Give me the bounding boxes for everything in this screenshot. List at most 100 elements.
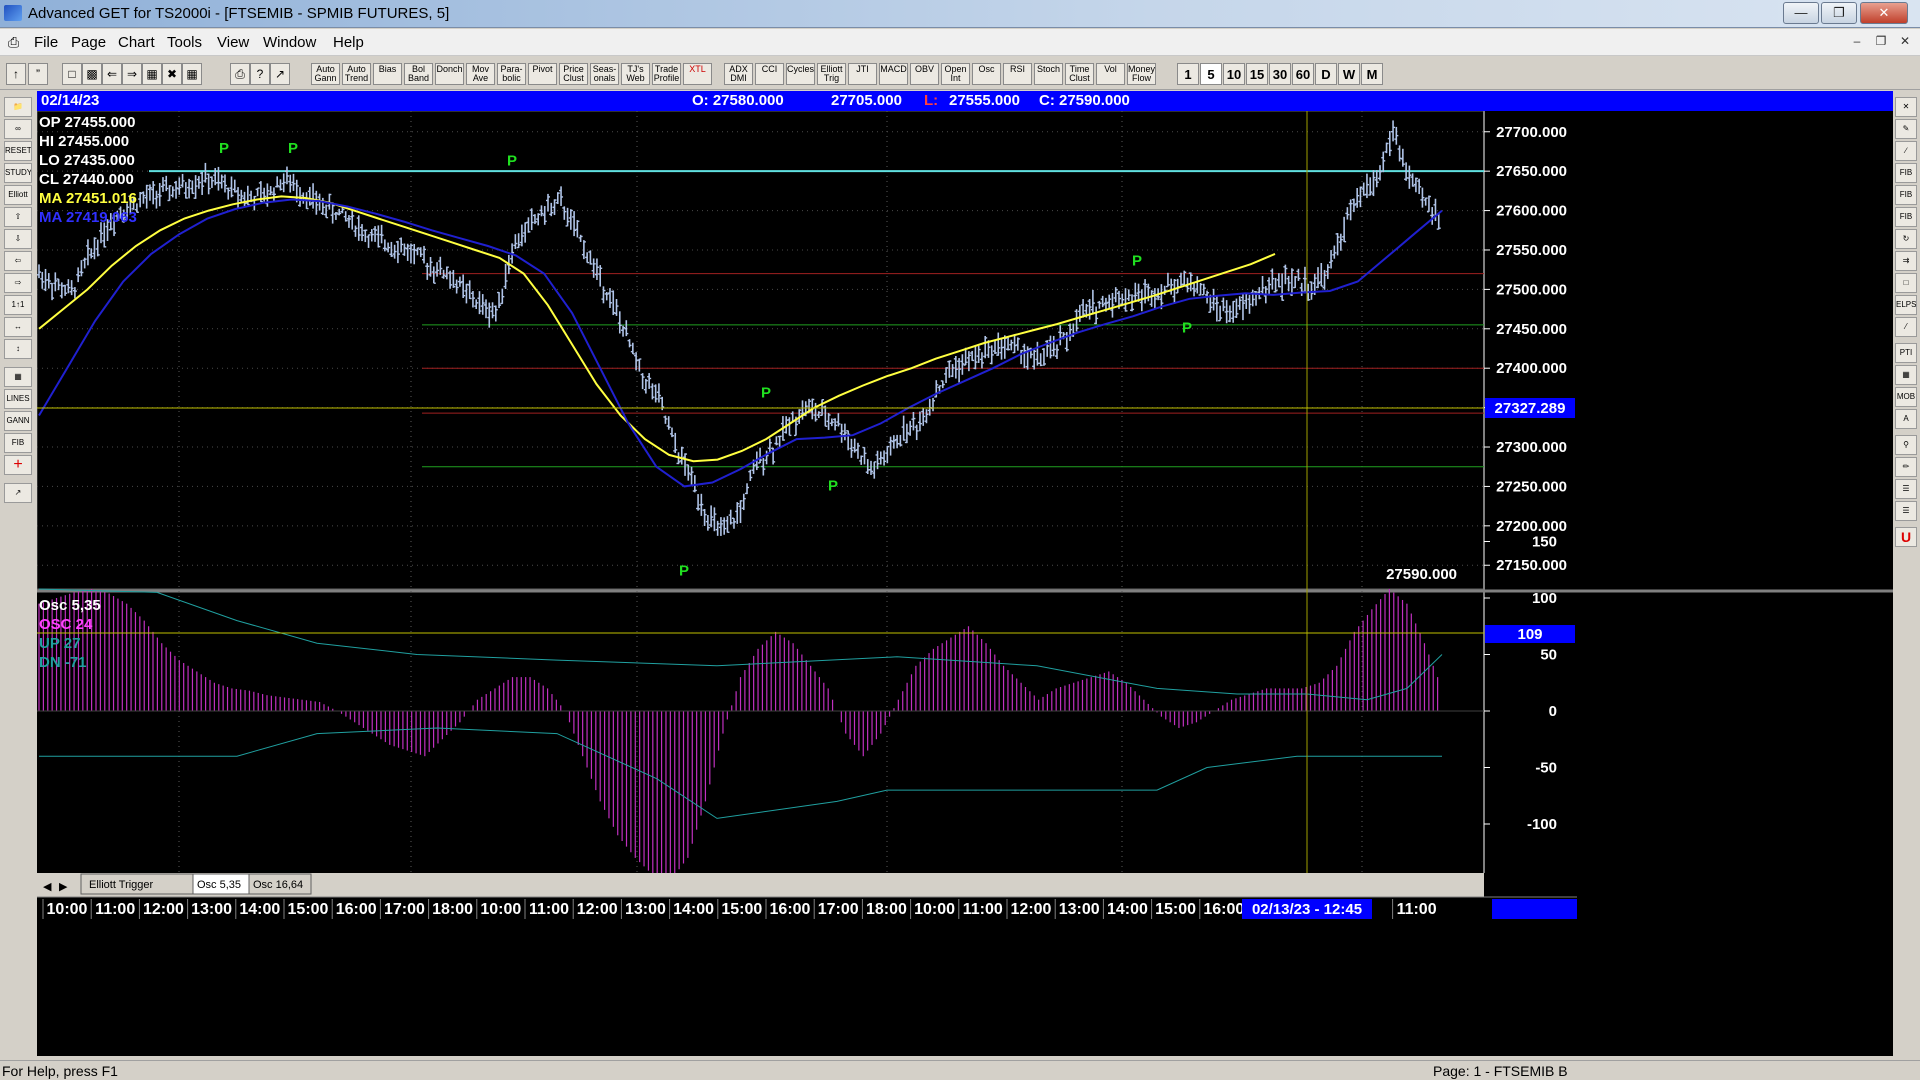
indicator-bol-band-button[interactable]: Bol Band <box>404 63 433 85</box>
menu-window[interactable]: Window <box>263 34 316 51</box>
fan-icon[interactable]: ⇉ <box>1895 251 1917 271</box>
tab-osc-16-64[interactable]: Osc 16,64 <box>253 879 303 891</box>
tab-scroll-left-icon[interactable]: ◀ <box>43 881 52 893</box>
indicator-cci-button[interactable]: CCI <box>755 63 784 85</box>
interval-1-button[interactable]: 1 <box>1177 63 1199 85</box>
indicator-auto-trend-button[interactable]: Auto Trend <box>342 63 371 85</box>
indicator-cycles-button[interactable]: Cycles <box>786 63 815 85</box>
interval-5-button[interactable]: 5 <box>1200 63 1222 85</box>
grid-icon[interactable]: ▦ <box>142 63 162 85</box>
magnet-icon[interactable]: U <box>1895 527 1917 547</box>
indicator-donch-button[interactable]: Donch <box>435 63 464 85</box>
indicator-xtl-button[interactable]: XTL <box>683 63 712 85</box>
ellipse-button[interactable]: ELPS <box>1895 295 1917 315</box>
print-icon[interactable]: ⎙ <box>230 63 250 85</box>
indicator-tj-s-web-button[interactable]: TJ's Web <box>621 63 650 85</box>
cross-tool-icon[interactable]: ✕ <box>1895 97 1917 117</box>
up-arrow-icon[interactable]: ⇧ <box>4 207 32 227</box>
indicator-trade-profile-button[interactable]: Trade Profile <box>652 63 681 85</box>
study-button[interactable]: STUDY <box>4 163 32 183</box>
interval-60-button[interactable]: 60 <box>1292 63 1314 85</box>
menu-file[interactable]: File <box>34 34 58 51</box>
minimize-button[interactable]: — <box>1783 2 1819 24</box>
interval-daily-button[interactable]: D <box>1315 63 1337 85</box>
interval-monthly-button[interactable]: M <box>1361 63 1383 85</box>
open-folder-icon[interactable]: 📁 <box>4 97 32 117</box>
text-tool-icon[interactable]: A <box>1895 409 1917 429</box>
left-arrow-icon[interactable]: ⇦ <box>4 251 32 271</box>
indicator-para-bolic-button[interactable]: Para- bolic <box>497 63 526 85</box>
compress-icon[interactable]: ↕ <box>4 339 32 359</box>
menu-tools[interactable]: Tools <box>167 34 202 51</box>
back-icon[interactable]: ⇐ <box>102 63 122 85</box>
menu-help[interactable]: Help <box>333 34 364 51</box>
spiral-icon[interactable]: ↻ <box>1895 229 1917 249</box>
reset-button[interactable]: RESET <box>4 141 32 161</box>
indicator-bias-button[interactable]: Bias <box>373 63 402 85</box>
gann-button[interactable]: GANN <box>4 411 32 431</box>
tab-elliott-trigger[interactable]: Elliott Trigger <box>89 879 154 891</box>
interval-15-button[interactable]: 15 <box>1246 63 1268 85</box>
menu-view[interactable]: View <box>217 34 249 51</box>
crosshair-icon[interactable]: + <box>4 455 32 475</box>
lines-button[interactable]: LINES <box>4 389 32 409</box>
expand-icon[interactable]: ↔ <box>4 317 32 337</box>
indicator-time-clust-button[interactable]: Time Clust <box>1065 63 1094 85</box>
price-panel[interactable] <box>37 111 1485 590</box>
menu-page[interactable]: Page <box>71 34 106 51</box>
indicator-price-clust-button[interactable]: Price Clust <box>559 63 588 85</box>
fib-ext-button[interactable]: FIB EXT <box>1895 185 1917 205</box>
interval-weekly-button[interactable]: W <box>1338 63 1360 85</box>
mdi-restore-icon[interactable]: ❐ <box>1872 34 1890 50</box>
ellipse-tool-icon[interactable]: ∞ <box>4 119 32 139</box>
zoom-icon[interactable]: ⚲ <box>1895 435 1917 455</box>
indicator-adx-dmi-button[interactable]: ADX DMI <box>724 63 753 85</box>
box-icon[interactable]: □ <box>1895 273 1917 293</box>
forward-icon[interactable]: ⇒ <box>122 63 142 85</box>
elliott-button[interactable]: Elliott <box>4 185 32 205</box>
quote-icon[interactable]: ” <box>28 63 48 85</box>
notes-icon[interactable]: ☰ <box>1895 501 1917 521</box>
export-icon[interactable]: ↗ <box>4 483 32 503</box>
copy-icon[interactable]: ▩ <box>82 63 102 85</box>
indicator-elliott-trig-button[interactable]: Elliott Trig <box>817 63 846 85</box>
interval-30-button[interactable]: 30 <box>1269 63 1291 85</box>
context-help-icon[interactable]: ↗ <box>270 63 290 85</box>
indicator-macd-button[interactable]: MACD <box>879 63 908 85</box>
trendline-icon[interactable]: ∕ <box>1895 141 1917 161</box>
indicator-auto-gann-button[interactable]: Auto Gann <box>311 63 340 85</box>
tab-scroll-right-icon[interactable]: ▶ <box>59 881 68 893</box>
indicator-open-int-button[interactable]: Open Int <box>941 63 970 85</box>
wave-count-icon[interactable]: 1↑1 <box>4 295 32 315</box>
new-page-icon[interactable]: □ <box>62 63 82 85</box>
menu-chart[interactable]: Chart <box>118 34 155 51</box>
indicator-pivot-button[interactable]: Pivot <box>528 63 557 85</box>
indicator-jti-button[interactable]: JTI <box>848 63 877 85</box>
help-icon[interactable]: ? <box>250 63 270 85</box>
tab-osc-5-35[interactable]: Osc 5,35 <box>197 879 241 891</box>
fib-ret-button[interactable]: FIB RET <box>1895 163 1917 183</box>
indicator-money-flow-button[interactable]: Money Flow <box>1127 63 1156 85</box>
list-icon[interactable]: ☰ <box>1895 479 1917 499</box>
indicator-osc-button[interactable]: Osc <box>972 63 1001 85</box>
channel-icon[interactable]: ⁄ <box>1895 317 1917 337</box>
indicator-vol-button[interactable]: Vol <box>1096 63 1125 85</box>
fib-button[interactable]: FIB <box>4 433 32 453</box>
fib-time-button[interactable]: FIB TIME <box>1895 207 1917 227</box>
restore-button[interactable]: ❐ <box>1821 2 1857 24</box>
price-chart[interactable]: P P P P P P P P OP 27455.000 HI 27455.000 LO 27… <box>37 111 1893 1056</box>
indicator-obv-button[interactable]: OBV <box>910 63 939 85</box>
chart-settings-icon[interactable]: ▦ <box>182 63 202 85</box>
delete-icon[interactable]: ✖ <box>162 63 182 85</box>
table-icon[interactable]: ▦ <box>4 367 32 387</box>
indicator-mov-ave-button[interactable]: Mov Ave <box>466 63 495 85</box>
paint-icon[interactable]: ✏ <box>1895 457 1917 477</box>
mdi-close-icon[interactable]: ✕ <box>1896 34 1914 50</box>
document-icon[interactable]: ⎙ <box>8 34 22 50</box>
mdi-minimize-icon[interactable]: – <box>1848 34 1866 50</box>
indicator-stoch-button[interactable]: Stoch <box>1034 63 1063 85</box>
grid-tool-icon[interactable]: ▦ <box>1895 365 1917 385</box>
mob-button[interactable]: MOB <box>1895 387 1917 407</box>
oscillator-panel[interactable] <box>37 593 1484 873</box>
cursor-tool-icon[interactable]: ↑ <box>6 63 26 85</box>
